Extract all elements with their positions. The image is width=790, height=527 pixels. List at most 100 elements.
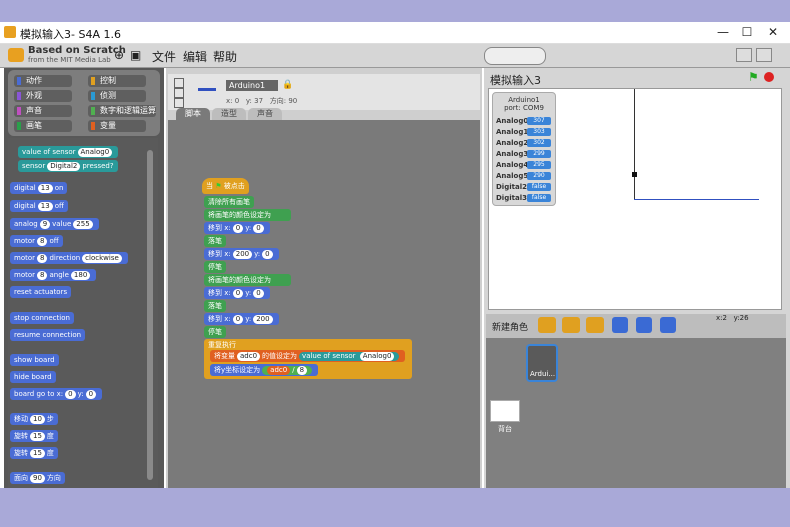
arduino-sprite[interactable]	[632, 172, 637, 177]
block-pen-down-2[interactable]: 落笔	[204, 300, 226, 312]
close-button[interactable]: ✕	[762, 25, 784, 41]
green-flag-icon[interactable]: ⚑	[748, 70, 759, 84]
pen-line-vertical	[634, 89, 635, 200]
block-board-goto[interactable]: board go to x: 0 y: 0	[10, 388, 103, 400]
no-rotate-icon[interactable]	[174, 98, 184, 108]
block-set-variable[interactable]: 将变量 adc0 的值设定为 value of sensor Analog0	[210, 350, 406, 362]
block-digital-off[interactable]: digital 13 off	[10, 200, 68, 212]
block-goto[interactable]: 移到 x: 0 y: 0	[204, 222, 270, 234]
tab-sounds[interactable]: 声音	[248, 108, 282, 120]
category-sensing[interactable]: 侦测	[88, 90, 146, 102]
sprite-coords: x: 0 y: 37 方向: 90	[226, 97, 298, 105]
mouse-coords: x:2 y:26	[716, 314, 749, 322]
block-point-direction[interactable]: 面向 90 方向	[10, 472, 65, 484]
block-digital-on[interactable]: digital 13 on	[10, 182, 68, 194]
sprite-tools-group[interactable]	[484, 47, 546, 65]
globe-icon[interactable]: ⊕	[114, 48, 124, 62]
block-reset-actuators[interactable]: reset actuators	[10, 286, 72, 298]
block-show-board[interactable]: show board	[10, 354, 59, 366]
block-when-flag-clicked[interactable]: 当 ⚑ 被点击	[202, 178, 249, 194]
block-goto-4[interactable]: 移到 x: 0 y: 200	[204, 313, 279, 325]
block-stop-connection[interactable]: stop connection	[10, 312, 74, 324]
logo-text: Based on Scratch	[28, 45, 126, 56]
stage-header: 模拟输入3 ⚑	[490, 70, 780, 87]
green-flag-icon: ⚑	[215, 182, 222, 190]
paint-sprite-icon[interactable]	[538, 317, 556, 333]
block-pen-down[interactable]: 落笔	[204, 235, 226, 247]
menu-file[interactable]: 文件	[152, 48, 176, 65]
block-motor-angle[interactable]: motor 8 angle 180	[10, 269, 97, 281]
menu-bar: Based on Scratch from the MIT Media Lab …	[0, 44, 790, 68]
block-pen-up-2[interactable]: 停笔	[204, 326, 226, 338]
app-icon	[4, 26, 16, 38]
project-title: 模拟输入3	[490, 74, 541, 87]
menu-edit[interactable]: 编辑	[183, 48, 207, 65]
maximize-button[interactable]: ☐	[736, 25, 758, 41]
sprite-tile[interactable]: Ardui...	[526, 344, 558, 382]
board-c-icon[interactable]	[660, 317, 676, 333]
block-set-y[interactable]: 将y坐标设定为 adc0/8	[210, 364, 319, 376]
block-analog-value[interactable]: analog 9 value 255	[10, 218, 99, 230]
block-goto-2[interactable]: 移到 x: 200 y: 0	[204, 248, 279, 260]
sprite-info: Arduino1 🔒 x: 0 y: 37 方向: 90	[168, 74, 480, 110]
category-pen[interactable]: 画笔	[14, 120, 72, 132]
block-motor-direction[interactable]: motor 8 direction clockwise	[10, 252, 128, 264]
logo-subtext: from the MIT Media Lab	[28, 56, 111, 64]
block-motor-off[interactable]: motor 8 off	[10, 235, 63, 247]
category-control[interactable]: 控制	[88, 75, 146, 87]
board-a-icon[interactable]	[612, 317, 628, 333]
sprite-name-field[interactable]: Arduino1	[226, 80, 278, 91]
flip-icon[interactable]	[174, 88, 184, 98]
scripts-area: 当 ⚑ 被点击 清除所有画笔 将画笔的颜色设定为 移到 x: 0 y: 0 落笔 移到…	[168, 120, 480, 488]
new-sprite-label: 新建角色	[492, 323, 529, 333]
category-motion[interactable]: 动作	[14, 75, 72, 87]
minimize-button[interactable]: —	[712, 25, 734, 41]
stop-icon[interactable]	[764, 72, 774, 82]
block-hide-board[interactable]: hide board	[10, 371, 56, 383]
board-port: port: COM9	[504, 104, 544, 112]
title-bar: 模拟输入3- S4A 1.6 — ☐ ✕	[0, 22, 790, 44]
block-turn-left[interactable]: 旋转 15 度	[10, 447, 58, 459]
palette-scrollbar[interactable]	[147, 150, 153, 480]
block-resume-connection[interactable]: resume connection	[10, 329, 86, 341]
category-looks[interactable]: 外观	[14, 90, 72, 102]
sprite-tile-label: Ardui...	[530, 370, 556, 378]
block-palette: value of sensor Analog0 sensor Digital2 pre…	[8, 138, 158, 490]
tab-scripts[interactable]: 脚本	[176, 108, 210, 120]
sprite-thumb	[198, 88, 216, 91]
block-set-pen-color-2[interactable]: 将画笔的颜色设定为	[204, 274, 291, 286]
folder-sprite-icon[interactable]	[562, 317, 580, 333]
category-operators[interactable]: 数字和逻辑运算	[88, 105, 156, 117]
board-title: Arduino1	[508, 96, 540, 104]
category-sound[interactable]: 声音	[14, 105, 72, 117]
small-stage-button[interactable]	[736, 48, 752, 62]
tab-costumes[interactable]: 造型	[212, 108, 246, 120]
rotate-icon[interactable]	[174, 78, 184, 88]
block-turn-right[interactable]: 旋转 15 度	[10, 430, 58, 442]
lock-icon[interactable]: 🔒	[282, 80, 293, 90]
random-sprite-icon[interactable]	[586, 317, 604, 333]
block-goto-3[interactable]: 移到 x: 0 y: 0	[204, 287, 270, 299]
stage-thumbnail[interactable]	[490, 400, 520, 422]
stage-tile-label: 背台	[498, 425, 512, 433]
new-sprite-bar: 新建角色 x:2 y:26	[486, 314, 786, 338]
board-monitor[interactable]: Arduino1 port: COM9 Analog0 307 Analog1 30…	[492, 92, 556, 206]
board-b-icon[interactable]	[636, 317, 652, 333]
save-icon[interactable]: ▣	[130, 48, 141, 62]
desktop-background	[0, 488, 790, 527]
tab-bar: 脚本 造型 声音	[176, 108, 286, 120]
full-stage-button[interactable]	[756, 48, 772, 62]
forever-label: 重复执行	[208, 341, 236, 349]
pen-line-horizontal	[634, 199, 759, 200]
block-sensor-pressed[interactable]: sensor Digital2 pressed?	[18, 160, 118, 172]
block-set-pen-color[interactable]: 将画笔的颜色设定为	[204, 209, 291, 221]
menu-help[interactable]: 帮助	[213, 48, 237, 65]
sprite-list: Ardui... 背台	[486, 338, 786, 488]
block-pen-up[interactable]: 停笔	[204, 261, 226, 273]
block-clear[interactable]: 清除所有画笔	[204, 196, 254, 208]
s4a-logo-icon	[8, 48, 24, 62]
window-title: 模拟输入3- S4A 1.6	[20, 28, 121, 41]
category-variables[interactable]: 变量	[88, 120, 146, 132]
block-value-of-sensor[interactable]: value of sensor Analog0	[18, 146, 119, 158]
block-move[interactable]: 移动 10 步	[10, 413, 58, 425]
